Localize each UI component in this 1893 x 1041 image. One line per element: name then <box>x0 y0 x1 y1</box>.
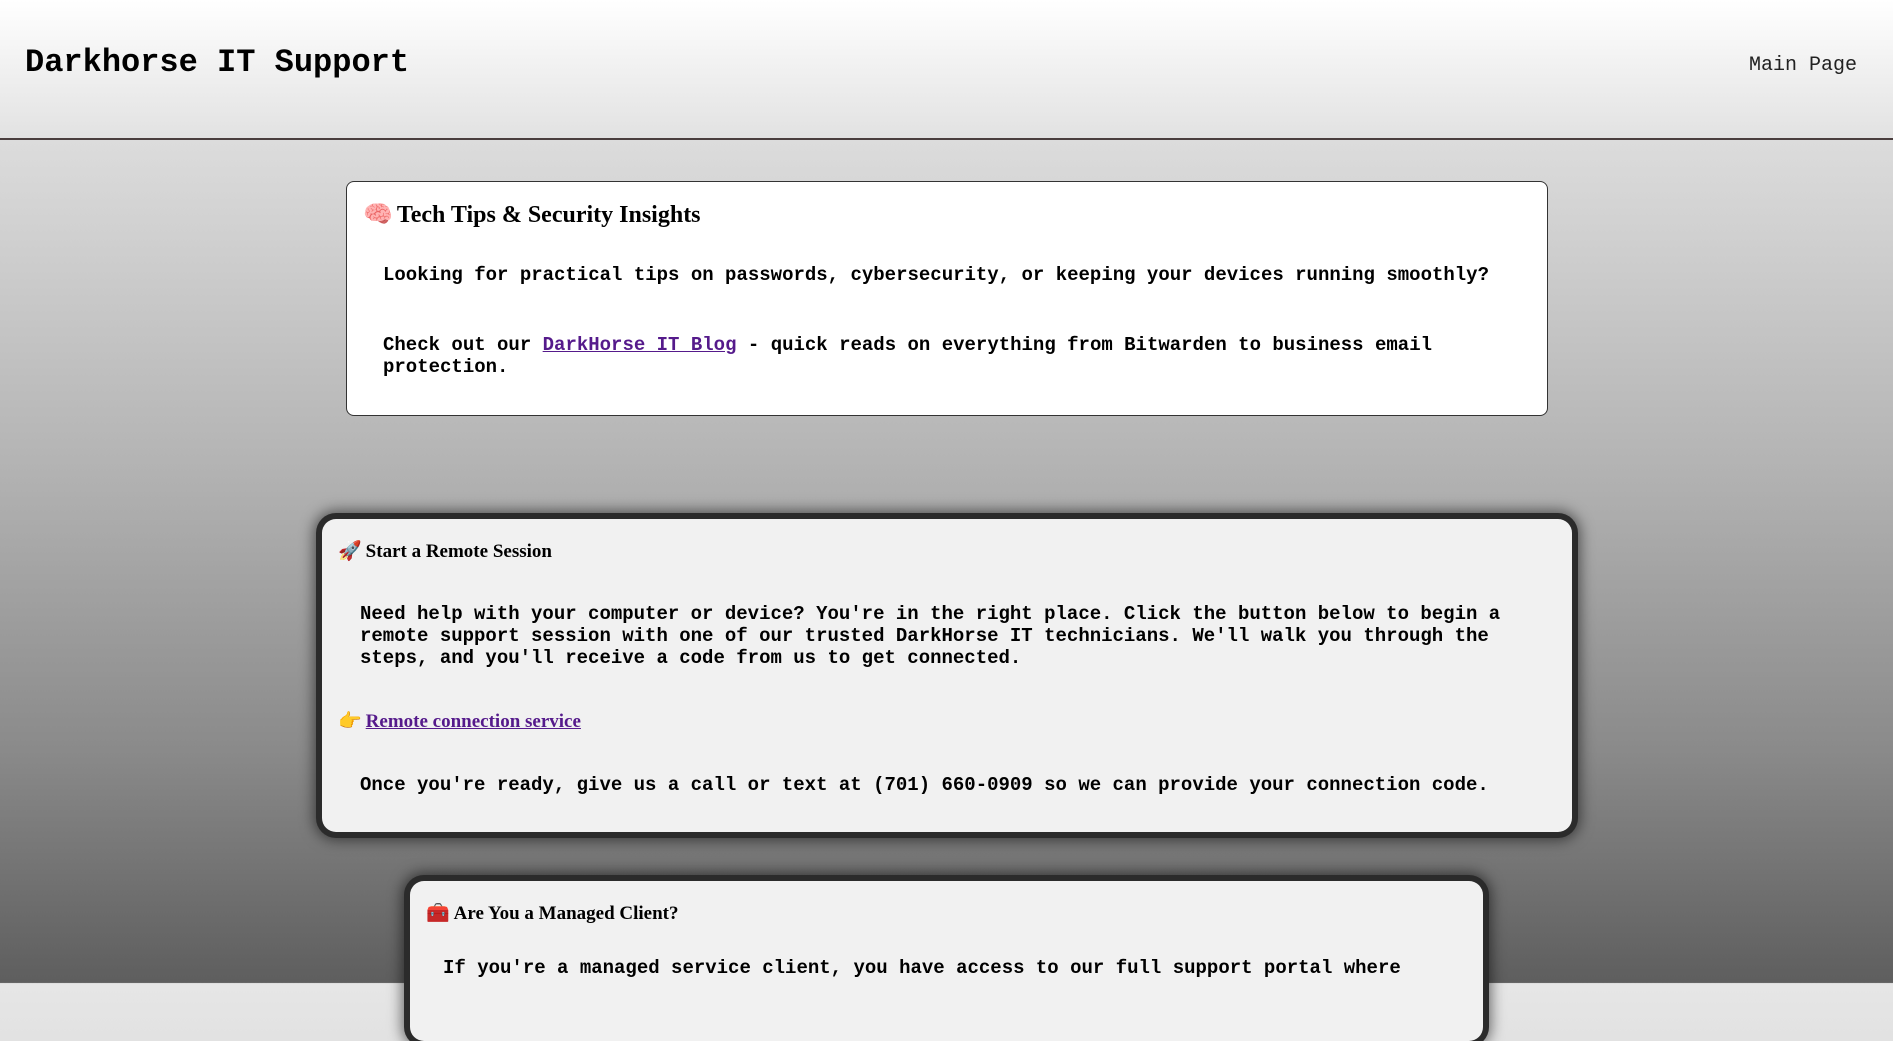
nav-main-page-link[interactable]: Main Page <box>1749 54 1857 77</box>
remote-session-card: 🚀 Start a Remote Session Need help with y… <box>322 519 1572 832</box>
remote-session-description: Need help with your computer or device? … <box>360 603 1501 669</box>
site-title: Darkhorse IT Support <box>25 44 410 81</box>
remote-session-heading-text: Start a Remote Session <box>365 541 552 562</box>
blog-prefix-text: Check out our <box>383 334 543 356</box>
rocket-icon: 🚀 <box>338 540 362 562</box>
tech-tips-heading-text: Tech Tips & Security Insights <box>396 202 701 228</box>
managed-client-heading-text: Are You a Managed Client? <box>453 903 679 924</box>
managed-client-heading: 🧰 Are You a Managed Client? <box>426 901 679 925</box>
remote-contact-text: Once you're ready, give us a call or tex… <box>360 774 1489 796</box>
pointing-hand-icon: 👉 <box>338 710 362 732</box>
tech-tips-heading: 🧠 Tech Tips & Security Insights <box>363 200 701 229</box>
brain-icon: 🧠 <box>363 200 393 228</box>
remote-connection-link[interactable]: Remote connection service <box>366 711 581 732</box>
site-header: Darkhorse IT Support Main Page <box>0 0 1893 140</box>
blog-link[interactable]: DarkHorse IT Blog <box>543 334 737 356</box>
toolbox-icon: 🧰 <box>426 902 450 924</box>
tech-tips-blog-paragraph: Check out our DarkHorse IT Blog - quick … <box>383 334 1483 378</box>
managed-client-card: 🧰 Are You a Managed Client? If you're a m… <box>410 881 1483 1041</box>
managed-client-description: If you're a managed service client, you … <box>443 957 1401 979</box>
remote-connection-row: 👉 Remote connection service <box>338 709 581 733</box>
tech-tips-intro: Looking for practical tips on passwords,… <box>383 264 1489 286</box>
remote-session-heading: 🚀 Start a Remote Session <box>338 539 552 563</box>
tech-tips-card: 🧠 Tech Tips & Security Insights Looking f… <box>346 181 1548 416</box>
